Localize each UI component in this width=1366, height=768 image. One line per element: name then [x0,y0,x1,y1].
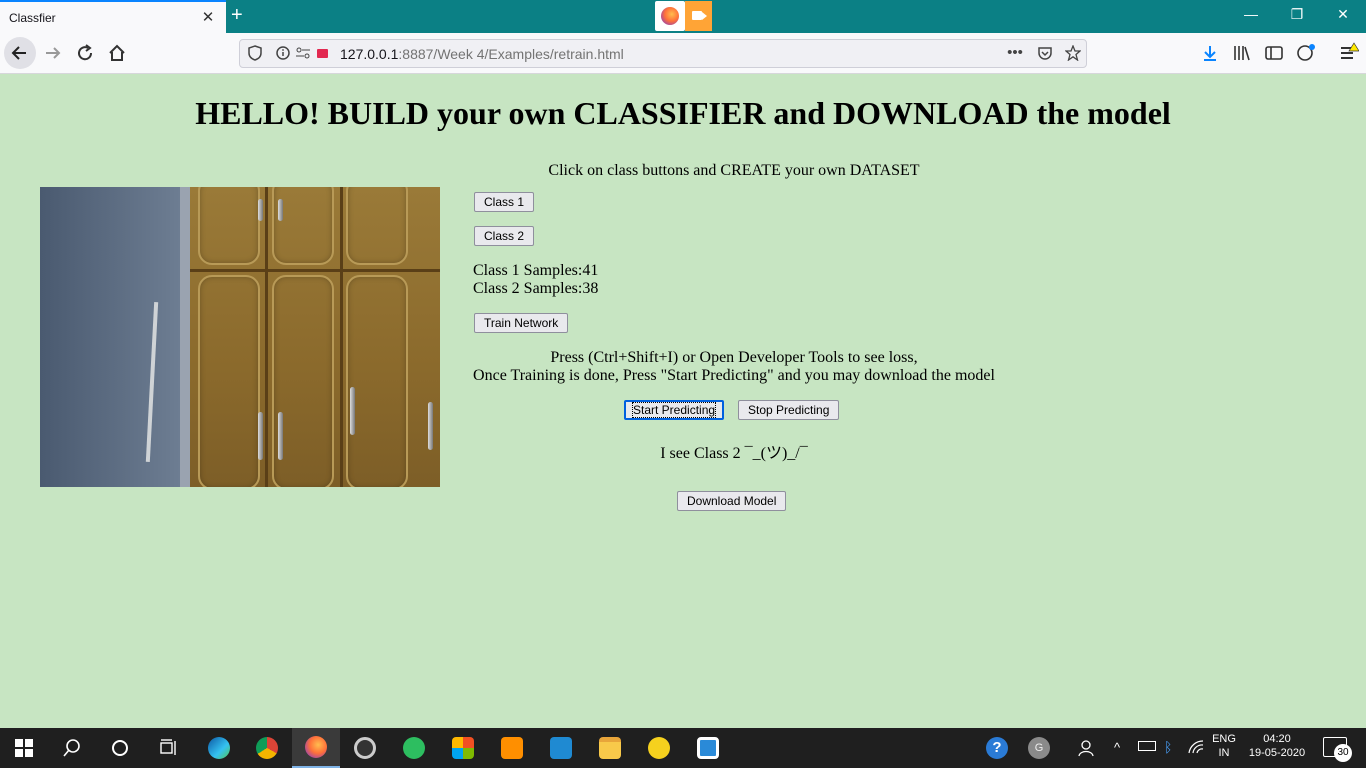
download-model-button[interactable]: Download Model [677,491,787,511]
clock[interactable]: 04:20 19-05-2020 [1245,733,1309,759]
start-predicting-button[interactable]: Start Predicting [624,400,725,420]
page-actions-icon[interactable]: ••• [1006,44,1024,61]
app-icon [648,737,670,759]
library-icon[interactable] [1231,42,1253,64]
back-arrow-icon [11,46,26,60]
browser-navbar: 127.0.0.1:8887/Week 4/Examples/retrain.h… [0,33,1366,74]
taskbar-media[interactable] [341,728,389,768]
close-window-button[interactable]: ✕ [1333,6,1353,23]
taskbar-edge[interactable] [195,728,243,768]
firefox-icon [305,736,327,758]
tray-people[interactable] [1063,728,1111,768]
camera-icon [685,1,712,31]
minimize-button[interactable]: — [1241,6,1261,22]
media-player-icon [354,737,376,759]
tray-avatar[interactable]: G [1015,728,1063,768]
search-icon [63,739,80,757]
help-icon: ? [986,737,1008,759]
people-icon [1078,740,1094,757]
permissions-icon[interactable] [294,45,312,64]
forward-arrow-icon [46,47,61,59]
tab-close-icon[interactable]: ✕ [200,8,216,26]
taskbar-chrome[interactable] [243,728,291,768]
language-code: ENG [1212,733,1236,745]
class-1-button[interactable]: Class 1 [474,192,535,212]
cortana-icon [112,740,128,756]
app-window-icon [697,737,719,759]
browser-tab[interactable]: Classfier ✕ [0,0,226,33]
bluetooth-icon[interactable]: ᛒ [1164,739,1172,755]
cortana-button[interactable] [96,728,144,768]
class-1-sample-count: Class 1 Samples:41 [473,262,599,279]
taskbar-app-blue[interactable] [684,728,732,768]
training-note: Once Training is done, Press "Start Pred… [473,367,995,384]
taskbar-vscode[interactable] [537,728,585,768]
windows-logo-icon [15,739,33,757]
chrome-icon [256,737,278,759]
windows-taskbar: ? G ^ ᛒ ENG IN 04:20 19-05-2020 30 [0,728,1366,768]
vscode-icon [550,737,572,759]
prediction-result: I see Class 2 ¯_(ツ)_/¯ [660,445,808,462]
sharing-indicator[interactable] [655,1,712,31]
bookmark-star-icon[interactable] [1064,44,1082,64]
tab-title: Classfier [9,11,56,25]
dataset-instruction: Click on class buttons and CREATE your o… [548,162,920,179]
region-code: IN [1218,747,1230,759]
taskbar-firefox[interactable] [292,728,340,768]
clock-date: 19-05-2020 [1248,747,1306,759]
url-bar[interactable]: 127.0.0.1:8887/Week 4/Examples/retrain.h… [239,39,1087,68]
reload-button[interactable] [74,42,96,64]
wifi-icon[interactable] [1188,740,1204,757]
clock-time: 04:20 [1263,733,1291,745]
start-button[interactable] [0,728,48,768]
language-indicator[interactable]: ENG IN [1210,733,1238,759]
info-icon[interactable] [274,45,292,64]
stop-predicting-button[interactable]: Stop Predicting [738,400,840,420]
avatar: G [1028,737,1050,759]
home-icon [109,44,125,61]
folder-icon [599,737,621,759]
restore-button[interactable]: ❐ [1287,6,1307,23]
taskbar-explorer[interactable] [586,728,634,768]
tensorflow-icon [501,737,523,759]
downloads-icon[interactable] [1199,42,1221,64]
browser-titlebar: Classfier ✕ + — ❐ ✕ [0,0,1366,33]
pocket-icon[interactable] [1036,45,1054,64]
devtools-note: Press (Ctrl+Shift+I) or Open Developer T… [550,349,918,366]
search-button[interactable] [48,728,96,768]
forward-button[interactable] [42,42,64,64]
webcam-video [40,187,440,487]
class-2-sample-count: Class 2 Samples:38 [473,280,599,297]
store-icon [452,737,474,759]
battery-icon[interactable] [1138,741,1156,751]
taskbar-tensorflow[interactable] [488,728,536,768]
camera-in-use-icon[interactable] [317,49,328,58]
start-predicting-label: Start Predicting [631,402,717,418]
menu-icon[interactable] [1337,42,1360,64]
task-view-icon [160,739,176,755]
notifications-button[interactable]: 30 [1323,737,1352,762]
chevron-up-icon[interactable]: ^ [1114,740,1120,755]
sidebar-icon[interactable] [1263,42,1285,64]
url-text[interactable]: 127.0.0.1:8887/Week 4/Examples/retrain.h… [340,46,624,62]
home-button[interactable] [106,42,128,64]
class-2-button[interactable]: Class 2 [474,226,535,246]
task-view-button[interactable] [144,728,192,768]
taskbar-app-yellow[interactable] [635,728,683,768]
new-tab-button[interactable]: + [231,4,243,27]
shield-icon[interactable] [246,45,264,64]
taskbar-evernote[interactable] [390,728,438,768]
tray-help[interactable]: ? [973,728,1021,768]
taskbar-store[interactable] [439,728,487,768]
page-heading: HELLO! BUILD your own CLASSIFIER and DOW… [195,95,1171,131]
evernote-icon [403,737,425,759]
notification-count: 30 [1334,744,1352,762]
reload-icon [78,44,93,61]
back-button[interactable] [4,37,36,69]
account-sync-icon[interactable] [1295,42,1317,64]
firefox-icon [655,1,685,31]
train-network-button[interactable]: Train Network [474,313,569,333]
edge-icon [208,737,230,759]
